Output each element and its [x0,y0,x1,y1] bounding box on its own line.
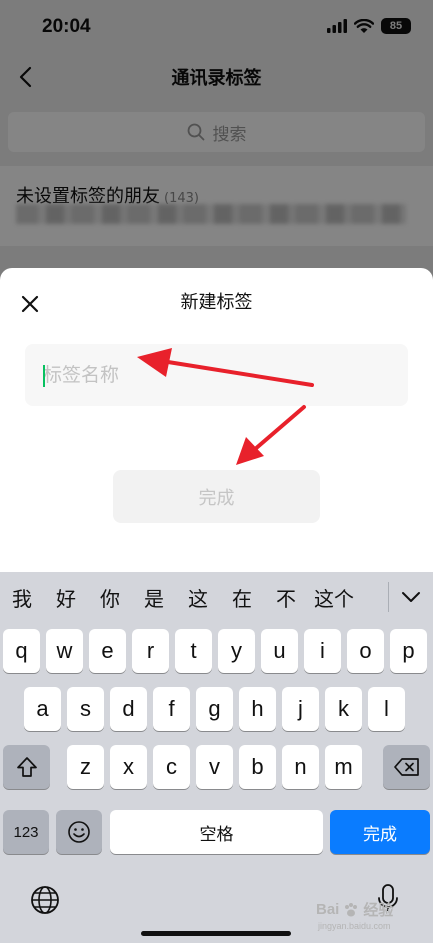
return-done-key[interactable]: 完成 [330,810,430,854]
backspace-icon [393,758,419,776]
globe-icon[interactable] [29,884,61,916]
candidate-item[interactable]: 你 [88,583,132,612]
key-t[interactable]: t [175,629,212,673]
key-k[interactable]: k [325,687,362,731]
key-a[interactable]: a [24,687,61,731]
key-o[interactable]: o [347,629,384,673]
key-n[interactable]: n [282,745,319,789]
tag-name-input[interactable] [25,344,408,406]
shift-icon [16,757,37,777]
backspace-key[interactable] [383,745,430,789]
key-g[interactable]: g [196,687,233,731]
space-key[interactable]: 空格 [110,810,323,854]
key-p[interactable]: p [390,629,427,673]
background-page: 20:04 85 通讯录标签 搜索 未设置标签的朋友 (143) [0,0,433,280]
candidate-bar: 我 好 你 是 这 在 不 这个 [0,572,433,622]
candidate-item[interactable]: 这个 [308,583,366,612]
key-s[interactable]: s [67,687,104,731]
new-tag-sheet: 新建标签 完成 [0,268,433,573]
candidate-item[interactable]: 我 [0,583,44,612]
numbers-key[interactable]: 123 [3,810,49,854]
candidate-item[interactable]: 是 [132,583,176,612]
key-q[interactable]: q [3,629,40,673]
home-indicator [141,931,291,936]
key-w[interactable]: w [46,629,83,673]
key-x[interactable]: x [110,745,147,789]
candidate-item[interactable]: 这 [176,583,220,612]
key-u[interactable]: u [261,629,298,673]
key-c[interactable]: c [153,745,190,789]
key-e[interactable]: e [89,629,126,673]
watermark-brand-suffix: 经验 [363,902,394,919]
candidate-divider [388,582,389,612]
key-d[interactable]: d [110,687,147,731]
key-y[interactable]: y [218,629,255,673]
key-j[interactable]: j [282,687,319,731]
key-b[interactable]: b [239,745,276,789]
key-v[interactable]: v [196,745,233,789]
tag-name-field [25,344,408,406]
key-h[interactable]: h [239,687,276,731]
shift-key[interactable] [3,745,50,789]
emoji-icon [68,821,90,843]
key-z[interactable]: z [67,745,104,789]
candidate-item[interactable]: 不 [264,583,308,612]
candidate-item[interactable]: 好 [44,583,88,612]
emoji-key[interactable] [56,810,102,854]
text-caret [43,365,45,387]
key-m[interactable]: m [325,745,362,789]
candidate-item[interactable]: 在 [220,583,264,612]
key-l[interactable]: l [368,687,405,731]
dim-overlay[interactable] [0,0,433,280]
keyboard: 我 好 你 是 这 在 不 这个 q w e r t y u i o p a s… [0,572,433,943]
done-button[interactable]: 完成 [113,470,320,523]
sheet-title: 新建标签 [180,292,253,313]
key-r[interactable]: r [132,629,169,673]
key-i[interactable]: i [304,629,341,673]
chevron-down-icon[interactable] [396,582,426,612]
paw-icon [345,902,358,916]
watermark-brand: Bai [316,901,340,918]
watermark-url: jingyan.baidu.com [318,921,391,931]
watermark: Bai 经验 [316,899,393,920]
key-f[interactable]: f [153,687,190,731]
